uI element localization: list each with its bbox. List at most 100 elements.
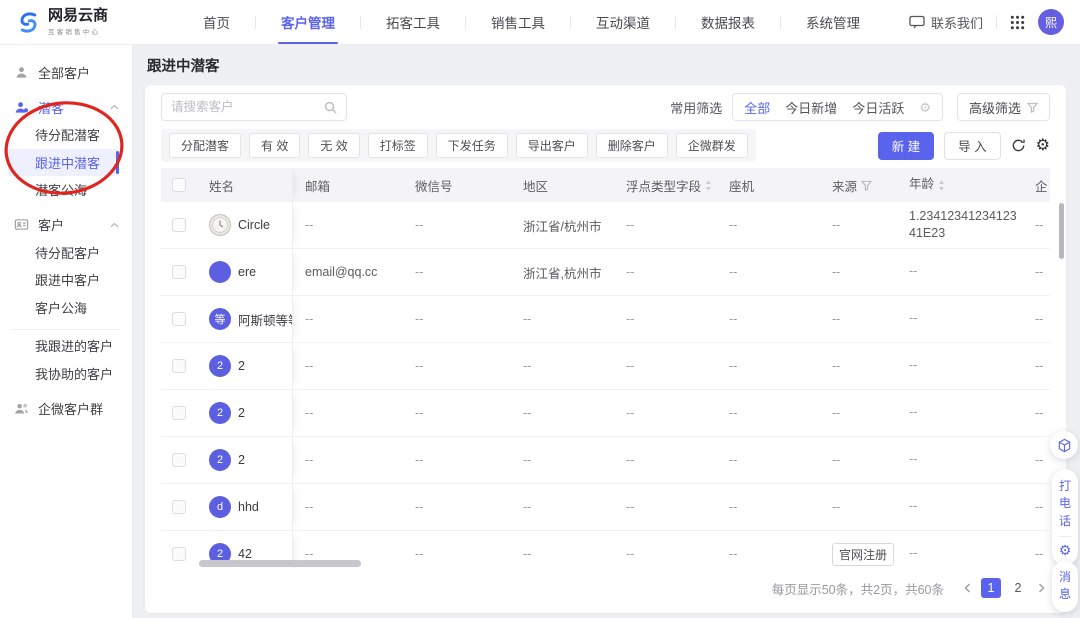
sidebar-item-label: 我协助的客户 <box>35 364 113 383</box>
sidebar-item-0[interactable]: 全部客户 <box>0 58 132 86</box>
sidebar-item-label: 待分配客户 <box>35 243 100 262</box>
contact-us-button[interactable]: 联系我们 <box>909 13 983 32</box>
bulk-action-button-3[interactable]: 打标签 <box>368 133 428 158</box>
import-button[interactable]: 导 入 <box>944 132 1000 160</box>
chevron-up-icon[interactable] <box>110 222 119 228</box>
column-header-email[interactable]: 邮箱 <box>293 168 403 202</box>
topnav-item-0[interactable]: 首页 <box>178 0 255 44</box>
cell-region: 浙江省/杭州市 <box>511 202 614 248</box>
sidebar-item-2[interactable]: 待分配潜客 <box>0 121 132 149</box>
filter-funnel-icon[interactable] <box>861 180 872 191</box>
column-header-float_field[interactable]: 浮点类型字段 <box>614 168 717 202</box>
message-button[interactable]: 消息 <box>1058 569 1072 604</box>
prev-page-icon[interactable] <box>961 581 974 595</box>
create-button[interactable]: 新 建 <box>878 132 934 160</box>
cell-email: -- <box>293 484 403 530</box>
cell-phone: -- <box>717 437 820 483</box>
topnav-item-1[interactable]: 客户管理 <box>256 0 360 44</box>
column-header-name[interactable]: 姓名 <box>197 168 293 202</box>
refresh-icon[interactable] <box>1011 138 1026 153</box>
user-avatar[interactable]: 熙 <box>1038 9 1064 35</box>
quick-filter-tab-0[interactable]: 全部 <box>744 98 770 117</box>
bulk-action-button-5[interactable]: 导出客户 <box>516 133 588 158</box>
brand-logo[interactable]: 网易云商 互客销售中心 <box>0 8 160 37</box>
sort-icon[interactable] <box>705 180 712 191</box>
sidebar-item-3[interactable]: 跟进中潜客 <box>8 149 118 177</box>
bulk-action-button-4[interactable]: 下发任务 <box>436 133 508 158</box>
topnav-item-4[interactable]: 互动渠道 <box>571 0 675 44</box>
column-header-enterprise[interactable]: 企 <box>1023 168 1050 202</box>
select-all-checkbox[interactable] <box>172 178 186 192</box>
sidebar-item-10[interactable]: 我协助的客户 <box>0 360 132 388</box>
row-checkbox[interactable] <box>172 312 186 326</box>
page-number-1[interactable]: 1 <box>981 578 1001 598</box>
advanced-filter-button[interactable]: 高级筛选 <box>957 93 1050 121</box>
chevron-up-icon[interactable] <box>110 104 119 110</box>
table-row-4[interactable]: 22---------------- <box>161 390 1050 437</box>
netease-wave-icon <box>16 10 41 35</box>
quick-filter-tab-1[interactable]: 今日新增 <box>785 98 837 117</box>
table-header-row: 姓名邮箱微信号地区浮点类型字段座机来源年龄企 <box>161 168 1050 202</box>
column-header-phone[interactable]: 座机 <box>717 168 820 202</box>
sidebar-item-7[interactable]: 跟进中客户 <box>0 266 132 294</box>
sort-icon[interactable] <box>938 180 945 191</box>
topnav-item-5[interactable]: 数据报表 <box>676 0 780 44</box>
sidebar-item-label: 客户公海 <box>35 298 87 317</box>
quick-filter-settings-icon[interactable]: ⚙ <box>919 101 931 114</box>
sidebar-item-9[interactable]: 我跟进的客户 <box>0 332 132 360</box>
horizontal-scrollbar-thumb[interactable] <box>199 560 361 567</box>
top-navbar: 网易云商 互客销售中心 首页客户管理拓客工具销售工具互动渠道数据报表系统管理 联… <box>0 0 1080 45</box>
search-icon[interactable] <box>324 101 337 114</box>
sidebar-item-11[interactable]: 企微客户群 <box>0 394 132 422</box>
table-row-6[interactable]: dhhd---------------- <box>161 484 1050 531</box>
row-checkbox[interactable] <box>172 265 186 279</box>
quick-filter-group: 全部今日新增今日活跃 ⚙ <box>732 93 943 121</box>
floating-settings-gear-icon[interactable]: ⚙ <box>1059 543 1072 557</box>
cell-phone: -- <box>717 531 820 568</box>
topnav-item-3[interactable]: 销售工具 <box>466 0 570 44</box>
float-divider <box>1059 536 1071 537</box>
sidebar-item-6[interactable]: 待分配客户 <box>0 239 132 267</box>
call-button[interactable]: 打电话 <box>1058 478 1072 530</box>
apps-grid-icon[interactable] <box>1010 15 1025 30</box>
vertical-scrollbar-thumb[interactable] <box>1059 203 1064 259</box>
bulk-action-button-1[interactable]: 有 效 <box>249 133 300 158</box>
row-checkbox[interactable] <box>172 453 186 467</box>
sidebar-item-4[interactable]: 潜客公海 <box>0 176 132 204</box>
customer-name: hhd <box>238 500 259 514</box>
table-row-0[interactable]: Circle----浙江省/杭州市------1.234123412341234… <box>161 202 1050 249</box>
table-row-5[interactable]: 22---------------- <box>161 437 1050 484</box>
cell-phone: -- <box>717 343 820 389</box>
table-settings-gear-icon[interactable]: ⚙ <box>1036 138 1050 154</box>
bulk-action-button-0[interactable]: 分配潜客 <box>169 133 241 158</box>
column-header-source[interactable]: 来源 <box>820 168 897 202</box>
row-checkbox[interactable] <box>172 547 186 561</box>
column-header-region[interactable]: 地区 <box>511 168 614 202</box>
next-page-icon[interactable] <box>1035 581 1048 595</box>
bulk-action-button-6[interactable]: 删除客户 <box>596 133 668 158</box>
cell-enterprise: -- <box>1023 343 1050 389</box>
column-header-age[interactable]: 年龄 <box>897 168 1023 202</box>
table-row-3[interactable]: 22---------------- <box>161 343 1050 390</box>
sidebar-item-5[interactable]: 客户 <box>0 211 132 239</box>
search-input[interactable] <box>171 100 324 114</box>
users-icon <box>14 400 30 416</box>
table-row-2[interactable]: 等阿斯顿等等---------------- <box>161 296 1050 343</box>
row-checkbox[interactable] <box>172 500 186 514</box>
row-checkbox[interactable] <box>172 359 186 373</box>
bulk-action-button-2[interactable]: 无 效 <box>308 133 359 158</box>
cell-enterprise: -- <box>1023 202 1050 248</box>
page-number-2[interactable]: 2 <box>1008 578 1028 598</box>
topnav-item-6[interactable]: 系统管理 <box>781 0 885 44</box>
table-row-1[interactable]: ereemail@qq.cc--浙江省,杭州市---------- <box>161 249 1050 296</box>
row-checkbox[interactable] <box>172 218 186 232</box>
sidebar-item-1[interactable]: 潜客 <box>0 93 132 121</box>
cell-email: email@qq.cc <box>293 249 403 295</box>
bulk-action-button-7[interactable]: 企微群发 <box>676 133 748 158</box>
floating-cube-button[interactable] <box>1050 431 1078 459</box>
sidebar-item-8[interactable]: 客户公海 <box>0 294 132 322</box>
row-checkbox[interactable] <box>172 406 186 420</box>
column-header-wechat[interactable]: 微信号 <box>403 168 511 202</box>
quick-filter-tab-2[interactable]: 今日活跃 <box>852 98 904 117</box>
topnav-item-2[interactable]: 拓客工具 <box>361 0 465 44</box>
